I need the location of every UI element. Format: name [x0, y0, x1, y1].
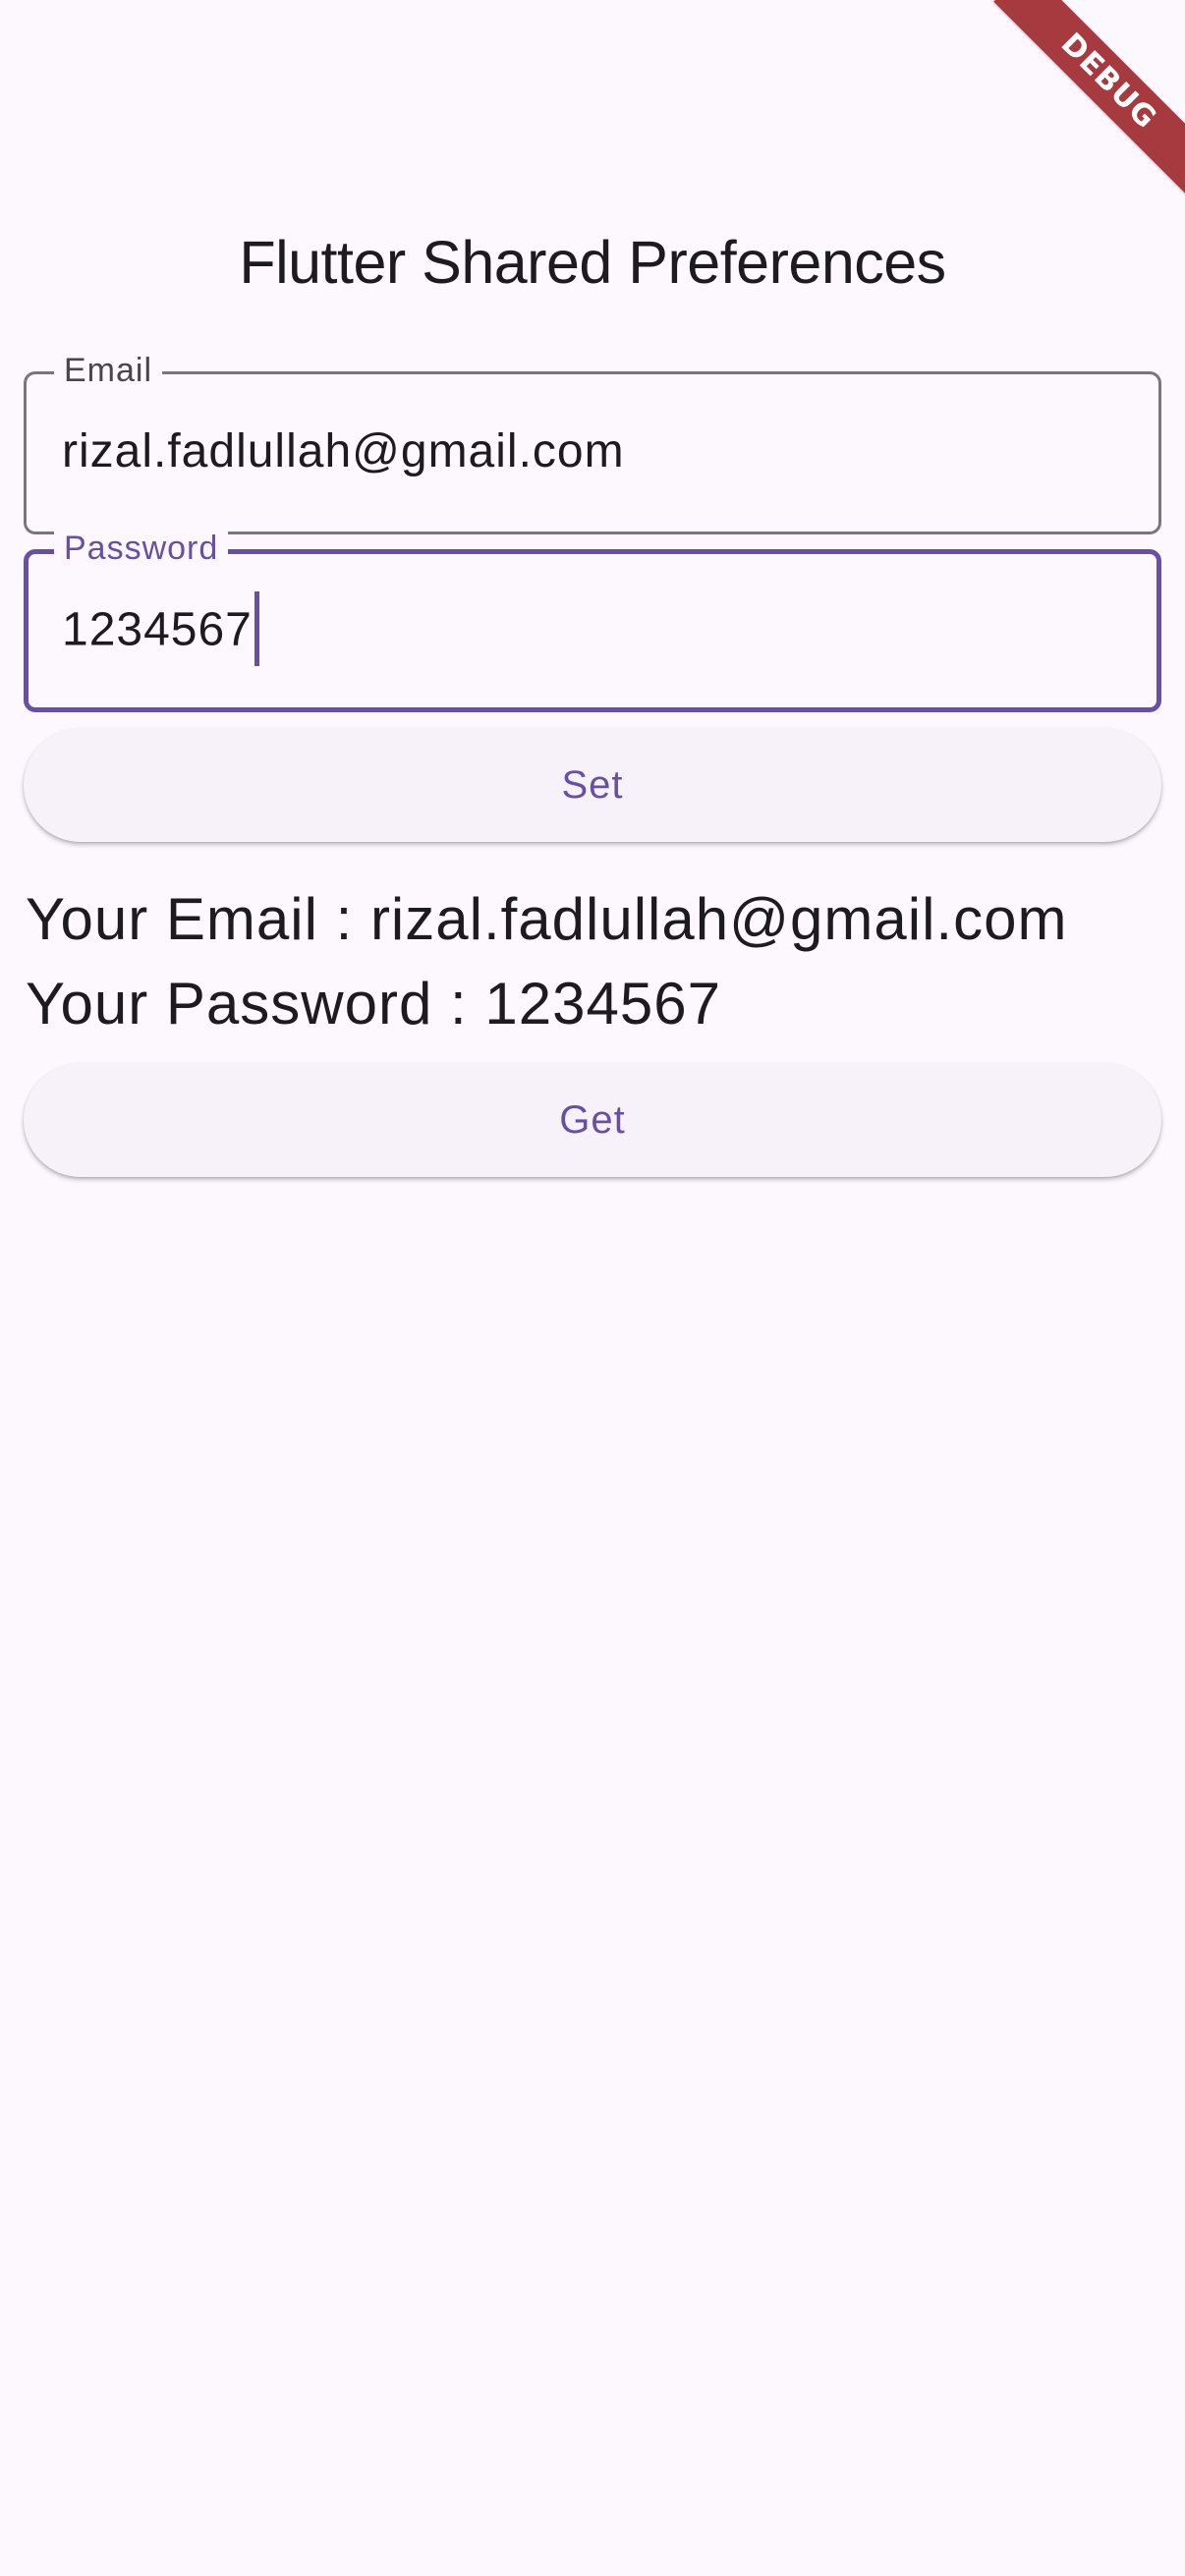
password-field-label: Password — [54, 527, 229, 570]
saved-email-text: Your Email : rizal.fadlullah@gmail.com — [26, 886, 1068, 952]
saved-password-text: Your Password : 1234567 — [26, 971, 721, 1036]
text-cursor — [254, 591, 259, 666]
app-bar: Flutter Shared Preferences — [0, 0, 1185, 324]
password-field-value[interactable]: 1234567 — [62, 591, 259, 670]
email-field[interactable]: Email rizal.fadlullah@gmail.com — [24, 349, 1161, 534]
email-field-label: Email — [54, 349, 163, 392]
get-button[interactable]: Get — [24, 1063, 1161, 1177]
password-field[interactable]: Password 1234567 — [24, 527, 1161, 712]
password-field-text: 1234567 — [62, 603, 253, 656]
email-field-value[interactable]: rizal.fadlullah@gmail.com — [62, 418, 625, 486]
set-button[interactable]: Set — [24, 728, 1161, 842]
page-title: Flutter Shared Preferences — [239, 229, 946, 296]
